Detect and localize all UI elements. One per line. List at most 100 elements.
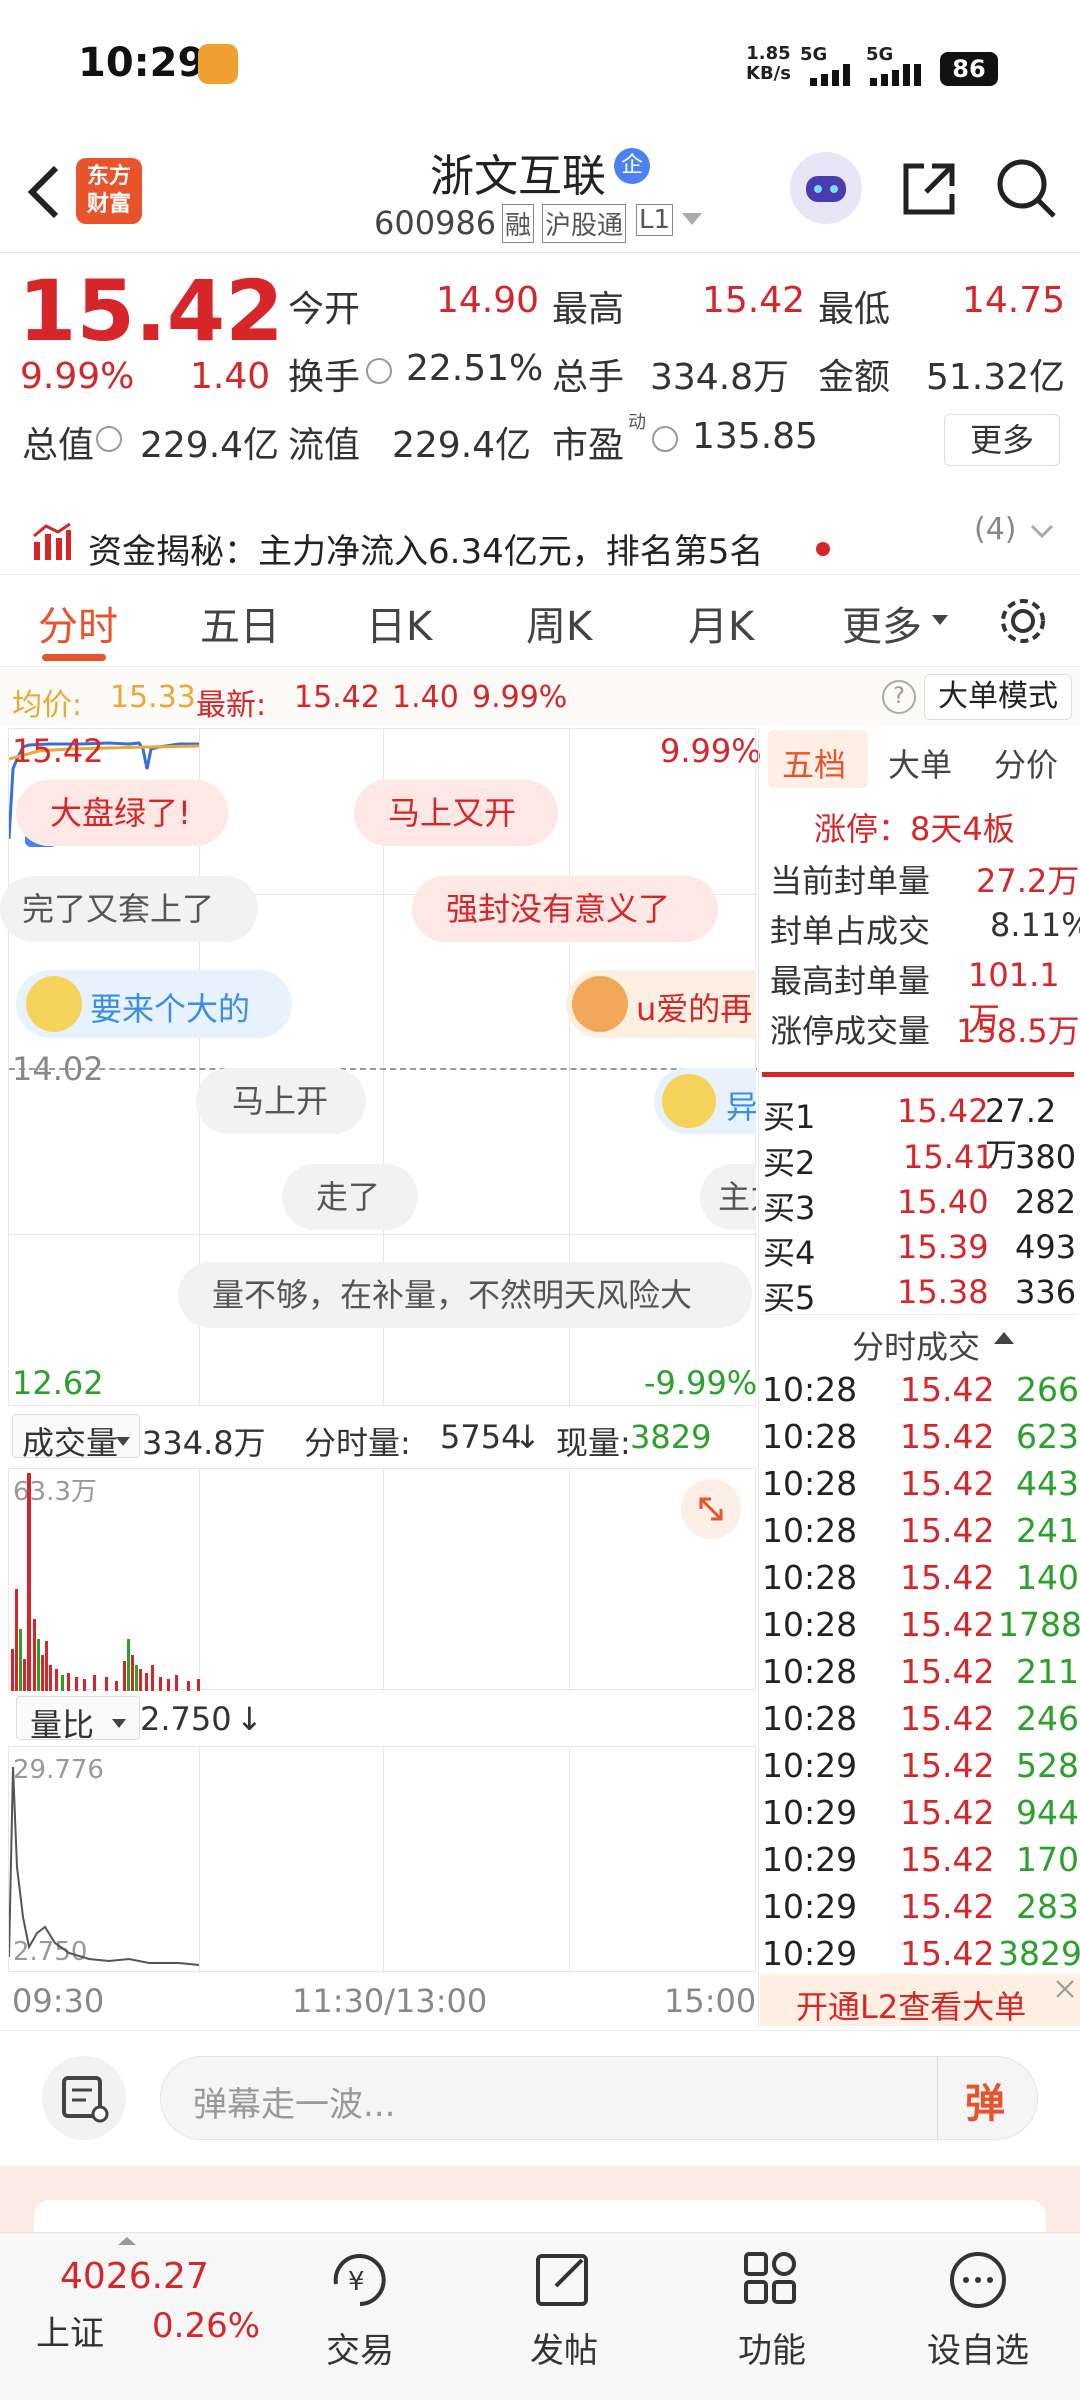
trade-yen-icon: ¥ — [333, 2254, 386, 2306]
amount-value: 51.32亿 — [926, 357, 1066, 398]
tick-row: 10:28 15.42 211 — [762, 1652, 1079, 1691]
tab-more[interactable]: 更多 — [842, 594, 922, 652]
high-label: 最高 — [552, 289, 625, 330]
settings-gear-icon[interactable] — [996, 594, 1050, 648]
expand-icon[interactable] — [681, 1479, 741, 1539]
pe-label: 市盈 — [552, 425, 625, 466]
latest-value: 15.42 — [294, 680, 380, 715]
chart-mid-price: 14.02 — [12, 1050, 104, 1088]
more-dots-icon — [950, 2252, 1006, 2308]
chevron-up-icon[interactable] — [994, 1330, 1014, 1346]
tab-five-day[interactable]: 五日 — [200, 594, 280, 652]
period-volume-label: 分时量: — [304, 1424, 411, 1462]
share-icon[interactable] — [898, 158, 960, 220]
danmu-bubble-with-avatar: 要来个大的 — [16, 970, 292, 1038]
limit-value: 158.5万 — [956, 1012, 1080, 1050]
more-button[interactable]: 更多 — [944, 414, 1060, 466]
divider — [762, 1314, 1078, 1315]
limit-value: 8.11% — [990, 906, 1080, 944]
float-value: 229.4亿 — [392, 425, 532, 466]
tab-daily-k[interactable]: 日K — [366, 594, 432, 652]
close-icon[interactable] — [1054, 1978, 1076, 2000]
add-watchlist-button[interactable]: 设自选 — [898, 2232, 1058, 2392]
ratio-arrow: ↓ — [236, 1700, 263, 1738]
tab-intraday[interactable]: 分时 — [38, 594, 118, 652]
danmu-bubble: 完了又套上了 — [0, 876, 258, 942]
fund-flow-bar[interactable]: 资金揭秘：主力净流入6.34亿元，排名第5名 (4) — [0, 512, 1080, 572]
battery-icon: 86 — [940, 52, 998, 86]
enterprise-badge: 企 — [614, 148, 650, 184]
bid-row-1[interactable]: 买1 15.42 27.2万 — [763, 1092, 1077, 1174]
index-name[interactable]: 上证 — [36, 2306, 104, 2355]
ticks-title: 分时成交 — [852, 1328, 981, 1366]
turnover-value: 22.51% — [406, 348, 544, 389]
volume-label[interactable]: 成交量 — [22, 1418, 118, 1464]
bid-row-4[interactable]: 买4 15.39 493 — [763, 1228, 1077, 1273]
functions-button[interactable]: 功能 — [692, 2232, 852, 2392]
big-order-mode-button[interactable]: 大单模式 — [924, 674, 1072, 720]
tab-five-level[interactable]: 五档 — [782, 740, 846, 786]
tick-row: 10:28 15.42 140 — [762, 1558, 1079, 1597]
dropdown-icon[interactable] — [112, 1714, 126, 1728]
status-bar: 10:29 1.85 KB/s 5G 5G 86 — [0, 0, 1080, 130]
danmu-bubble: 量不够，在补量，不然明天风险大 — [178, 1262, 752, 1328]
limit-up-title: 涨停：8天4板 — [814, 810, 1015, 848]
trade-button[interactable]: ¥ 交易 — [280, 2232, 440, 2392]
edit-icon — [536, 2254, 588, 2306]
info-icon[interactable] — [96, 426, 122, 452]
period-volume-value: 5754 — [440, 1418, 522, 1456]
tab-monthly-k[interactable]: 月K — [688, 594, 754, 652]
signal-icon — [810, 64, 860, 86]
dropdown-icon[interactable] — [932, 612, 948, 625]
pe-dynamic-sup: 动 — [628, 412, 646, 433]
dropdown-icon[interactable] — [116, 1432, 130, 1446]
pct-change: 9.99% — [20, 356, 135, 397]
ai-assistant-icon[interactable] — [790, 152, 862, 224]
l2-banner[interactable]: 开通L2查看大单 — [760, 1974, 1080, 2026]
l1-tag[interactable]: L1 — [636, 204, 674, 236]
tick-row: 10:29 15.42 170 — [762, 1840, 1079, 1879]
index-value[interactable]: 4026.27 — [60, 2256, 209, 2297]
chart-tabs: 分时 五日 日K 周K 月K 更多 — [0, 580, 1080, 664]
danmu-input[interactable]: 弹幕走一波... 弹 — [160, 2056, 1038, 2141]
chevron-down-icon[interactable] — [1030, 522, 1054, 542]
search-icon[interactable] — [994, 156, 1058, 220]
chevron-up-icon[interactable] — [118, 2232, 136, 2245]
danmu-bubble: 大盘绿了! — [16, 780, 228, 846]
help-icon[interactable]: ? — [882, 680, 916, 714]
tab-weekly-k[interactable]: 周K — [526, 594, 592, 652]
price-change: 1.40 — [190, 356, 271, 397]
fund-flow-text: 资金揭秘：主力净流入6.34亿元，排名第5名 — [88, 532, 764, 572]
danmu-bubble: 强封没有意义了 — [412, 876, 718, 942]
back-icon[interactable] — [20, 162, 70, 222]
ratio-label[interactable]: 量比 — [30, 1700, 94, 1746]
mktcap-value: 229.4亿 — [140, 425, 280, 466]
index-pct[interactable]: 0.26% — [152, 2306, 260, 2346]
stock-code: 600986 — [374, 204, 497, 242]
limit-value: 27.2万 — [976, 862, 1080, 900]
dropdown-icon[interactable] — [682, 212, 702, 226]
low-label: 最低 — [818, 289, 891, 330]
bid-row-2[interactable]: 买2 15.41 380 — [763, 1138, 1077, 1183]
bid-row-3[interactable]: 买3 15.40 282 — [763, 1183, 1077, 1228]
tab-big-order[interactable]: 大单 — [888, 740, 952, 786]
post-button[interactable]: 发帖 — [484, 2232, 644, 2392]
limit-label: 封单占成交 — [770, 912, 931, 950]
bid-row-5[interactable]: 买5 15.38 336 — [763, 1273, 1077, 1318]
tab-price-distribution[interactable]: 分价 — [994, 740, 1058, 786]
info-icon[interactable] — [366, 358, 392, 384]
chart-bottom-price: 12.62 — [12, 1364, 104, 1402]
divider — [0, 252, 1080, 253]
volume-chart: 63.3万 — [8, 1468, 756, 1691]
float-label: 流值 — [288, 425, 361, 466]
low-value: 14.75 — [962, 280, 1066, 321]
info-icon[interactable] — [652, 426, 678, 452]
danmu-send-button[interactable]: 弹 — [965, 2071, 1005, 2129]
promo-strip — [0, 2166, 1080, 2240]
tick-row: 10:28 15.42 623 — [762, 1417, 1079, 1456]
chart-bottom-pct: -9.99% — [644, 1364, 758, 1402]
turnover-label: 换手 — [288, 357, 361, 398]
danmu-bubble: 马上又开 — [354, 780, 558, 846]
current-price: 15.42 — [18, 262, 284, 360]
danmu-list-icon[interactable] — [42, 2056, 126, 2140]
